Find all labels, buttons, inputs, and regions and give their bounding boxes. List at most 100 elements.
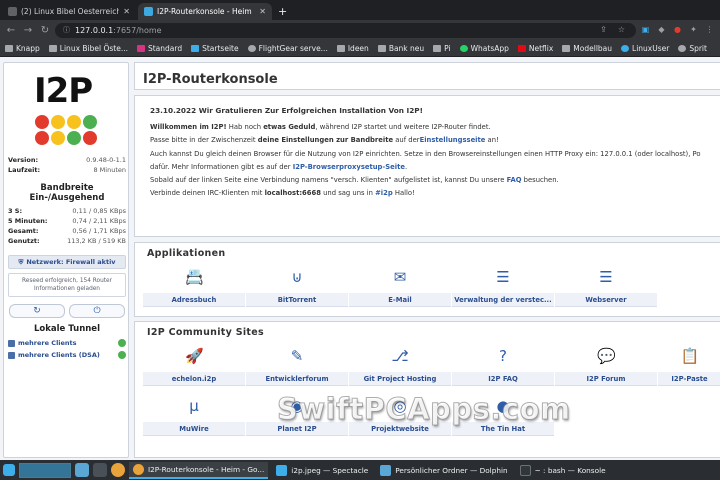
globe-icon xyxy=(247,44,256,52)
news-line: Sobald auf der linken Seite eine Verbind… xyxy=(150,174,720,187)
tab-linux-bibel[interactable]: (2) Linux Bibel Oesterreich - ✕ xyxy=(2,3,136,20)
bookmark-item[interactable]: LinuxUser xyxy=(621,44,669,53)
bandwidth-heading: Bandbreite Ein-/Ausgehend xyxy=(8,183,126,203)
uptime-value: 8 Minuten xyxy=(93,166,126,174)
router-info: Version: 0.9.48-0-1.1 Laufzeit: 8 Minuten xyxy=(8,155,126,175)
menu-icon[interactable]: ⋮ xyxy=(703,25,716,35)
bookmark-item[interactable]: Sprit xyxy=(678,44,707,53)
mail-icon: ✉ xyxy=(393,268,407,286)
bookmark-item[interactable]: WhatsApp xyxy=(459,43,509,53)
task-label: Persönlicher Ordner — Dolphin xyxy=(395,465,508,475)
task-konsole[interactable]: ~ : bash — Konsole xyxy=(516,462,610,479)
task-spectacle[interactable]: i2p.jpeg — Spectacle xyxy=(272,462,372,479)
close-icon[interactable]: ✕ xyxy=(123,7,130,16)
tunnel-item[interactable]: mehrere Clients (DSA) xyxy=(8,351,126,359)
uptime-label: Laufzeit: xyxy=(8,166,41,174)
extensions-puzzle-icon[interactable]: ✦ xyxy=(687,25,700,35)
restart-button[interactable]: ↻ xyxy=(9,304,65,318)
news-text: Hab noch xyxy=(226,123,264,132)
bookmark-item[interactable]: Modellbau xyxy=(562,44,612,53)
app-webserver[interactable]: ☰ Webserver xyxy=(555,268,657,320)
bookmark-item[interactable]: Knapp xyxy=(5,44,40,53)
news-line: Passe bitte in der Zwischenzeit deine Ei… xyxy=(150,134,720,147)
site-echelon[interactable]: 🚀 echelon.i2p xyxy=(143,347,245,399)
forward-icon[interactable]: → xyxy=(21,25,35,36)
page-content: I2P Version: 0.9.48-0-1.1 Laufzeit: 8 Minu… xyxy=(0,57,720,460)
folder-icon xyxy=(380,464,392,476)
close-icon[interactable]: ✕ xyxy=(259,7,266,16)
terminal-icon[interactable] xyxy=(93,463,107,477)
section-title: Applikationen xyxy=(147,248,226,259)
clipboard-icon: 📋 xyxy=(680,347,700,365)
page-title: I2P-Routerkonsole xyxy=(134,62,720,90)
bandwidth-label: Gesamt: xyxy=(8,227,39,235)
file-manager-icon[interactable] xyxy=(75,463,89,477)
app-hidden-services[interactable]: ☰ Verwaltung der verstec... xyxy=(452,268,554,320)
shield-icon: ⛨ xyxy=(18,257,24,266)
bookmark-item[interactable]: Startseite xyxy=(191,44,239,53)
app-bittorrent[interactable]: ⊍ BitTorrent xyxy=(246,268,348,320)
site-label: Entwicklerforum xyxy=(246,372,348,386)
irc-channel-link[interactable]: #i2p xyxy=(375,189,393,197)
bandwidth-row: 3 S: 0,11 / 0,85 KBps xyxy=(8,206,126,216)
task-chrome[interactable]: I2P-Routerkonsole - Heim - Go... xyxy=(129,461,269,479)
tunnels-heading: Lokale Tunnel xyxy=(8,324,126,334)
bookmark-label: WhatsApp xyxy=(470,43,509,53)
tunnels-title: Lokale Tunnel xyxy=(34,324,100,334)
folder-icon xyxy=(433,44,442,52)
bookmark-label: LinuxUser xyxy=(632,43,670,53)
reload-icon[interactable]: ↻ xyxy=(38,25,52,36)
news-text: etwas Geduld xyxy=(263,123,316,132)
bookmark-item[interactable]: Bank neu xyxy=(377,44,424,53)
i2p-logo[interactable]: I2P xyxy=(32,71,102,151)
news-text: besuchen. xyxy=(521,176,559,185)
status-indicator-icon xyxy=(118,339,126,347)
logo-dots xyxy=(35,115,97,145)
bookmark-star-icon[interactable]: ☆ xyxy=(615,25,628,35)
settings-link[interactable]: Einstellungsseite xyxy=(420,136,486,144)
bookmark-item[interactable]: Linux Bibel Öste... xyxy=(48,43,128,53)
bookmark-label: Linux Bibel Öste... xyxy=(59,43,128,53)
app-email[interactable]: ✉ E-Mail xyxy=(349,268,451,320)
bandwidth-label: Genutzt: xyxy=(8,237,40,245)
share-icon[interactable]: ⇪ xyxy=(597,25,610,35)
info-icon[interactable]: ⓘ xyxy=(63,25,70,35)
bookmarks-bar: Knapp Linux Bibel Öste... Standard Start… xyxy=(0,40,720,57)
virtual-desktop-pager[interactable] xyxy=(19,462,71,478)
tunnel-item[interactable]: mehrere Clients xyxy=(8,339,126,347)
shutdown-button[interactable]: ⏻ xyxy=(69,304,125,318)
site-i2p-paste[interactable]: 📋 I2P-Paste xyxy=(658,347,720,399)
faq-link[interactable]: FAQ xyxy=(507,176,522,184)
app-label: Verwaltung der verstec... xyxy=(452,293,554,307)
chrome-icon[interactable] xyxy=(111,463,125,477)
bookmark-item[interactable]: Ideen xyxy=(336,44,369,53)
app-addressbook[interactable]: 📇 Adressbuch xyxy=(143,268,245,320)
news-text: und sag uns in xyxy=(320,189,376,198)
app-launcher-icon[interactable] xyxy=(3,464,15,476)
app-label: Webserver xyxy=(555,293,657,307)
bookmark-item[interactable]: FlightGear serve... xyxy=(247,44,328,53)
network-status[interactable]: ⛨ Netzwerk: Firewall aktiv xyxy=(8,255,126,269)
bookmark-item[interactable]: Pi xyxy=(433,44,451,53)
bandwidth-value: 0,11 / 0,85 KBps xyxy=(72,207,126,215)
back-icon[interactable]: ← xyxy=(4,25,18,36)
extension-icon[interactable]: ◆ xyxy=(655,25,668,35)
forum-icon: 💬 xyxy=(597,347,616,365)
address-bar[interactable]: ⓘ 127.0.0.1:7657/home ⇪ ☆ xyxy=(55,22,636,38)
folder-icon xyxy=(336,44,345,52)
site-muwire[interactable]: µ MuWire xyxy=(143,397,245,449)
task-label: i2p.jpeg — Spectacle xyxy=(291,465,369,475)
bookmark-item[interactable]: Netflix xyxy=(517,44,553,53)
extension-icon[interactable]: ▣ xyxy=(639,25,652,35)
site-label: Git Project Hosting xyxy=(349,372,451,386)
bandwidth-value: 113,2 KB / 519 KB xyxy=(67,237,126,245)
site-label: I2P Forum xyxy=(555,372,657,386)
bookmark-label: Knapp xyxy=(16,43,40,53)
proxy-setup-link[interactable]: I2P-Browserproxysetup-Seite xyxy=(293,163,405,171)
new-tab-button[interactable]: + xyxy=(272,5,293,20)
bookmark-item[interactable]: Standard xyxy=(136,44,182,53)
browser-tab-strip: (2) Linux Bibel Oesterreich - ✕ I2P-Rout… xyxy=(0,0,720,20)
extension-icon[interactable]: ● xyxy=(671,25,684,35)
tab-i2p-routerkonsole[interactable]: I2P-Routerkonsole - Heim ✕ xyxy=(138,3,272,20)
task-dolphin[interactable]: Persönlicher Ordner — Dolphin xyxy=(376,462,511,479)
